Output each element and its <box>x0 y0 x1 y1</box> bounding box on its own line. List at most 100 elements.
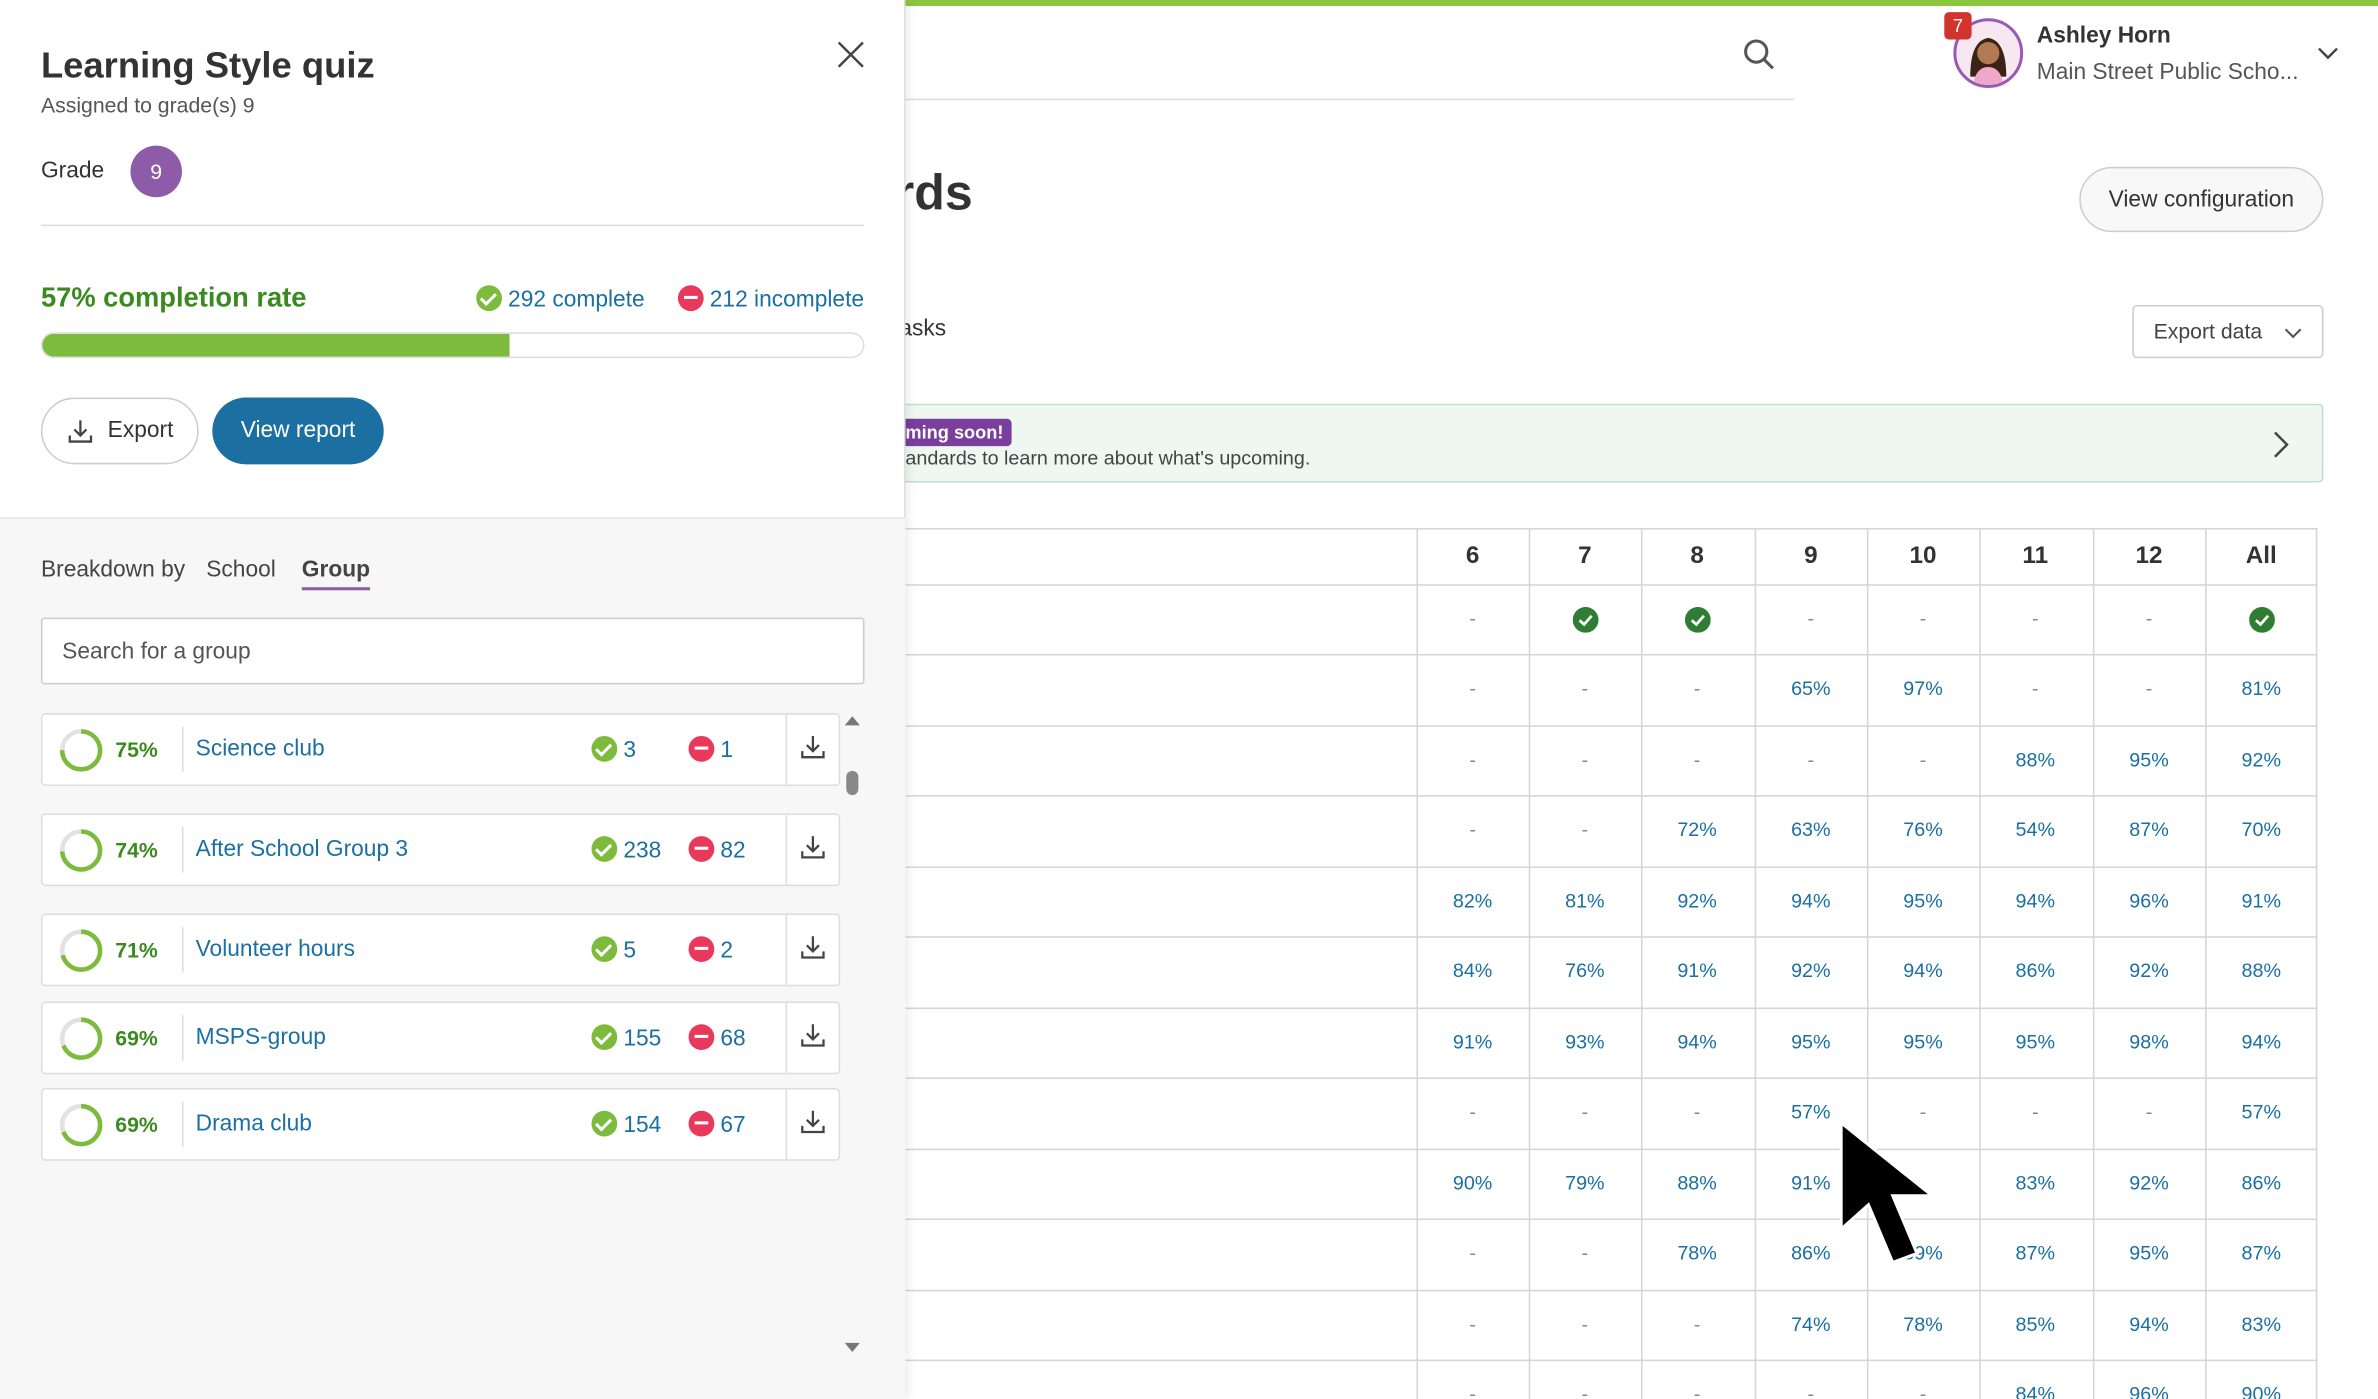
table-cell[interactable]: 81% <box>2205 677 2317 700</box>
search-icon[interactable] <box>1741 36 1777 72</box>
scroll-up-arrow-icon[interactable] <box>844 716 860 726</box>
group-name-link[interactable]: Science club <box>196 736 325 762</box>
table-cell[interactable]: 91% <box>1417 1030 1529 1053</box>
list-item[interactable]: 71% Volunteer hours 5 2 <box>40 913 841 987</box>
table-cell[interactable]: 86% <box>1979 959 2091 982</box>
complete-count[interactable]: 292 complete <box>476 285 645 313</box>
table-cell[interactable]: 83% <box>1979 1171 2091 1194</box>
list-item[interactable]: 69% Drama club 154 67 <box>40 1087 841 1161</box>
grid-column-header[interactable]: 6 <box>1417 530 1529 585</box>
view-report-button[interactable]: View report <box>212 397 384 465</box>
view-configuration-button[interactable]: View configuration <box>2079 166 2324 233</box>
list-item[interactable]: 74% After School Group 3 238 82 <box>40 813 841 887</box>
download-button[interactable] <box>785 714 839 785</box>
table-cell[interactable]: 81% <box>1529 889 1641 912</box>
table-cell[interactable]: 94% <box>1867 959 1979 982</box>
tab-group[interactable]: Group <box>301 557 371 591</box>
chevron-down-icon[interactable] <box>2314 39 2341 66</box>
download-button[interactable] <box>785 1089 839 1160</box>
table-cell[interactable]: 74% <box>1755 1313 1867 1336</box>
table-cell[interactable]: 94% <box>1641 1030 1753 1053</box>
table-cell[interactable]: 90% <box>1417 1171 1529 1194</box>
list-item[interactable]: 69% MSPS-group 155 68 <box>40 1001 841 1075</box>
table-cell[interactable]: 94% <box>2093 1313 2205 1336</box>
table-cell[interactable]: 57% <box>2205 1100 2317 1123</box>
tab-school[interactable]: School <box>206 557 276 583</box>
table-cell[interactable]: 95% <box>1867 1030 1979 1053</box>
table-cell[interactable]: 92% <box>2205 748 2317 771</box>
user-menu[interactable]: 7 Ashley Horn Main Street Public Scho... <box>1944 12 2378 97</box>
grid-column-header[interactable]: 11 <box>1979 530 2091 585</box>
table-cell[interactable]: 91% <box>2205 889 2317 912</box>
table-cell[interactable]: 88% <box>2205 959 2317 982</box>
table-cell[interactable]: 95% <box>1867 889 1979 912</box>
table-cell[interactable]: 88% <box>1979 748 2091 771</box>
table-cell[interactable]: 93% <box>1529 1030 1641 1053</box>
table-cell[interactable]: 78% <box>1867 1313 1979 1336</box>
download-button[interactable] <box>785 814 839 885</box>
table-cell[interactable]: 85% <box>1979 1313 2091 1336</box>
grid-column-header[interactable]: 12 <box>2093 530 2205 585</box>
check-circle-icon[interactable] <box>1529 606 1641 637</box>
table-cell[interactable]: 84% <box>1979 1382 2091 1399</box>
table-cell[interactable]: 78% <box>1641 1241 1753 1264</box>
table-cell[interactable]: 84% <box>1417 959 1529 982</box>
list-item[interactable]: 75% Science club 3 1 <box>40 713 841 787</box>
table-cell[interactable]: 86% <box>2205 1171 2317 1194</box>
table-cell[interactable]: 94% <box>1979 889 2091 912</box>
table-cell[interactable]: 88% <box>1641 1171 1753 1194</box>
incomplete-count[interactable]: 212 incomplete <box>677 285 864 313</box>
notification-badge[interactable]: 7 <box>1944 12 1972 40</box>
table-cell[interactable]: 90% <box>2205 1382 2317 1399</box>
table-cell[interactable]: 76% <box>1529 959 1641 982</box>
table-cell[interactable]: 96% <box>2093 1382 2205 1399</box>
table-cell[interactable]: 91% <box>1641 959 1753 982</box>
check-circle-icon[interactable] <box>2205 606 2317 637</box>
group-name-link[interactable]: Volunteer hours <box>196 936 355 962</box>
table-cell[interactable]: 70% <box>2205 818 2317 841</box>
table-cell[interactable]: 96% <box>2093 889 2205 912</box>
table-cell[interactable]: 94% <box>1755 889 1867 912</box>
table-cell[interactable]: 97% <box>1867 677 1979 700</box>
table-cell[interactable]: 79% <box>1529 1171 1641 1194</box>
table-cell[interactable]: 95% <box>2093 748 2205 771</box>
group-name-link[interactable]: After School Group 3 <box>196 836 408 862</box>
export-button[interactable]: Export <box>40 397 199 465</box>
tab-tasks[interactable]: asks <box>899 316 946 342</box>
check-circle-icon[interactable] <box>1641 606 1753 637</box>
table-cell[interactable]: 95% <box>1755 1030 1867 1053</box>
table-cell[interactable]: 92% <box>2093 959 2205 982</box>
table-cell[interactable]: 87% <box>2205 1241 2317 1264</box>
table-cell[interactable]: 87% <box>2093 818 2205 841</box>
table-cell[interactable]: 95% <box>2093 1241 2205 1264</box>
table-cell[interactable]: 94% <box>2205 1030 2317 1053</box>
grid-column-header[interactable]: 7 <box>1529 530 1641 585</box>
table-cell[interactable]: 87% <box>1979 1241 2091 1264</box>
table-cell[interactable]: 92% <box>1641 889 1753 912</box>
chevron-right-icon[interactable] <box>2267 429 2294 459</box>
table-cell[interactable]: 54% <box>1979 818 2091 841</box>
table-cell[interactable]: 63% <box>1755 818 1867 841</box>
close-icon[interactable] <box>833 36 869 72</box>
download-button[interactable] <box>785 1003 839 1073</box>
coming-soon-banner[interactable]: ming soon! andards to learn more about w… <box>905 403 2324 483</box>
table-cell[interactable]: 72% <box>1641 818 1753 841</box>
export-data-dropdown[interactable]: Export data <box>2132 304 2324 359</box>
grid-column-header[interactable]: 10 <box>1867 530 1979 585</box>
grid-column-header[interactable]: 9 <box>1755 530 1867 585</box>
table-cell[interactable]: 92% <box>2093 1171 2205 1194</box>
download-button[interactable] <box>785 914 839 985</box>
scrollbar[interactable] <box>843 716 861 1353</box>
table-cell[interactable]: 82% <box>1417 889 1529 912</box>
table-cell[interactable]: 83% <box>2205 1313 2317 1336</box>
table-cell[interactable]: 76% <box>1867 818 1979 841</box>
scrollbar-thumb[interactable] <box>846 770 859 796</box>
group-search-input[interactable] <box>40 617 865 685</box>
grid-column-header[interactable]: 8 <box>1641 530 1753 585</box>
group-name-link[interactable]: Drama club <box>196 1111 312 1137</box>
group-name-link[interactable]: MSPS-group <box>196 1024 326 1050</box>
grid-column-header[interactable]: All <box>2205 530 2317 585</box>
table-cell[interactable]: 65% <box>1755 677 1867 700</box>
scroll-down-arrow-icon[interactable] <box>844 1342 860 1353</box>
table-cell[interactable]: 92% <box>1755 959 1867 982</box>
